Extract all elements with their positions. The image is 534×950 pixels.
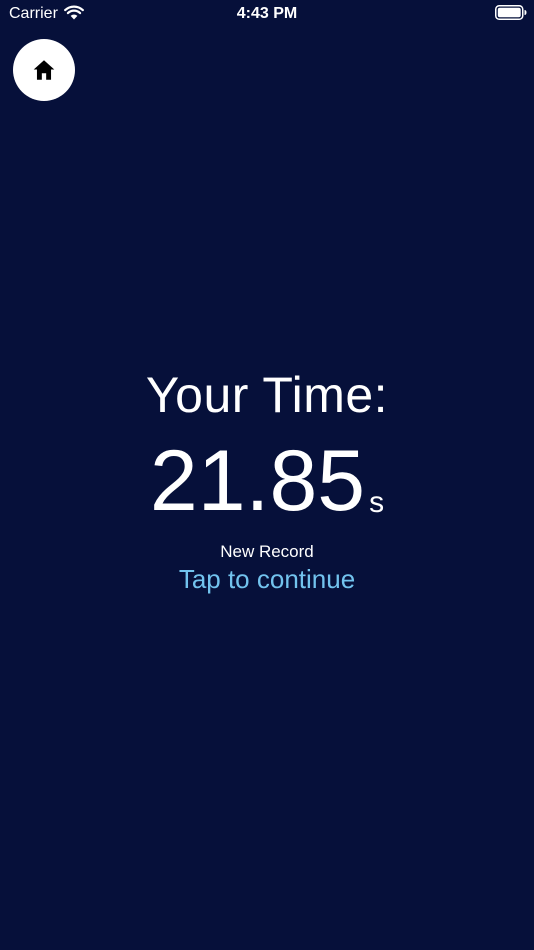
record-label: New Record	[220, 542, 314, 561]
home-icon	[33, 60, 55, 80]
home-button[interactable]	[13, 39, 75, 101]
time-value: 21.85	[149, 433, 366, 529]
time-unit: s	[369, 486, 385, 519]
battery-icon	[495, 5, 527, 20]
result-panel: Your Time: 21.85 s New Record Tap to con…	[0, 364, 534, 594]
continue-button[interactable]: Tap to continue	[179, 564, 355, 594]
result-title: Your Time:	[145, 367, 389, 423]
status-time: 4:43 PM	[236, 5, 298, 22]
status-bar: Carrier 4:43 PM	[0, 0, 534, 30]
time-display: 21.85 s	[0, 434, 534, 524]
